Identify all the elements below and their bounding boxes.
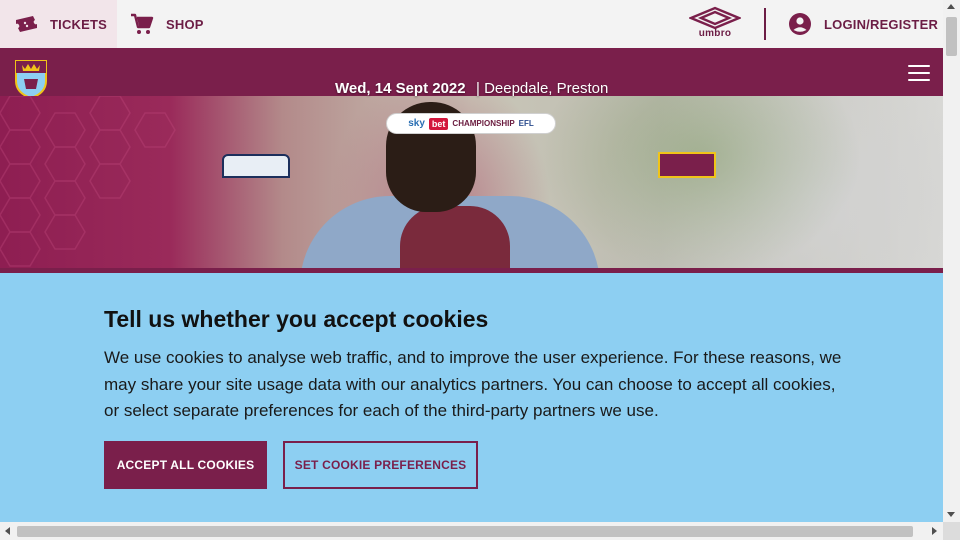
ticket-icon [14,12,38,36]
account-icon [788,12,812,36]
hamburger-line [908,72,930,74]
shop-tab[interactable]: SHOP [130,0,204,48]
cookie-banner-title: Tell us whether you accept cookies [104,306,489,332]
match-date: Wed, 14 Sept 2022 [335,80,466,97]
hamburger-line [908,79,930,81]
vertical-scrollbar[interactable] [943,0,960,522]
bet-wordmark: bet [428,117,449,130]
player-shirt-claret [400,206,510,268]
competition-badge: sky bet CHAMPIONSHIP EFL [386,113,556,134]
set-cookie-preferences-button[interactable]: SET COOKIE PREFERENCES [283,441,478,489]
scroll-left-arrow-icon[interactable] [5,527,10,535]
scroll-right-arrow-icon[interactable] [932,527,937,535]
tickets-label: TICKETS [50,16,108,32]
competition-name: CHAMPIONSHIP [452,119,515,128]
umbro-wordmark: umbro [698,28,732,39]
club-crest[interactable] [14,59,48,100]
away-team-crest [658,152,716,178]
shop-label: SHOP [166,16,204,32]
home-team-crest [222,154,290,178]
umbro-diamond-icon [689,6,741,30]
cart-icon [130,12,154,36]
cookie-consent-banner: Tell us whether you accept cookies We us… [0,268,943,522]
scroll-down-arrow-icon[interactable] [947,512,955,517]
match-venue: | Deepdale, Preston [476,80,609,97]
accept-all-cookies-button[interactable]: ACCEPT ALL COOKIES [104,441,267,489]
hamburger-menu-icon[interactable] [908,65,930,81]
login-register-label: LOGIN/REGISTER [824,16,939,32]
sky-wordmark: sky [408,118,425,129]
umbro-logo[interactable]: umbro [688,6,742,42]
scrollbar-corner [943,522,960,540]
hexagon-pattern [0,96,176,267]
horizontal-scrollbar-thumb[interactable] [17,526,913,537]
login-register-link[interactable]: LOGIN/REGISTER [788,0,938,48]
hamburger-line [908,65,930,67]
vertical-scrollbar-thumb[interactable] [946,17,957,56]
tickets-tab[interactable]: TICKETS [0,0,117,48]
main-navigation-bar [0,48,943,96]
efl-logo: EFL [518,119,534,128]
topbar-divider [764,8,766,40]
scroll-up-arrow-icon[interactable] [947,4,955,9]
cookie-banner-body: We use cookies to analyse web traffic, a… [104,348,842,420]
